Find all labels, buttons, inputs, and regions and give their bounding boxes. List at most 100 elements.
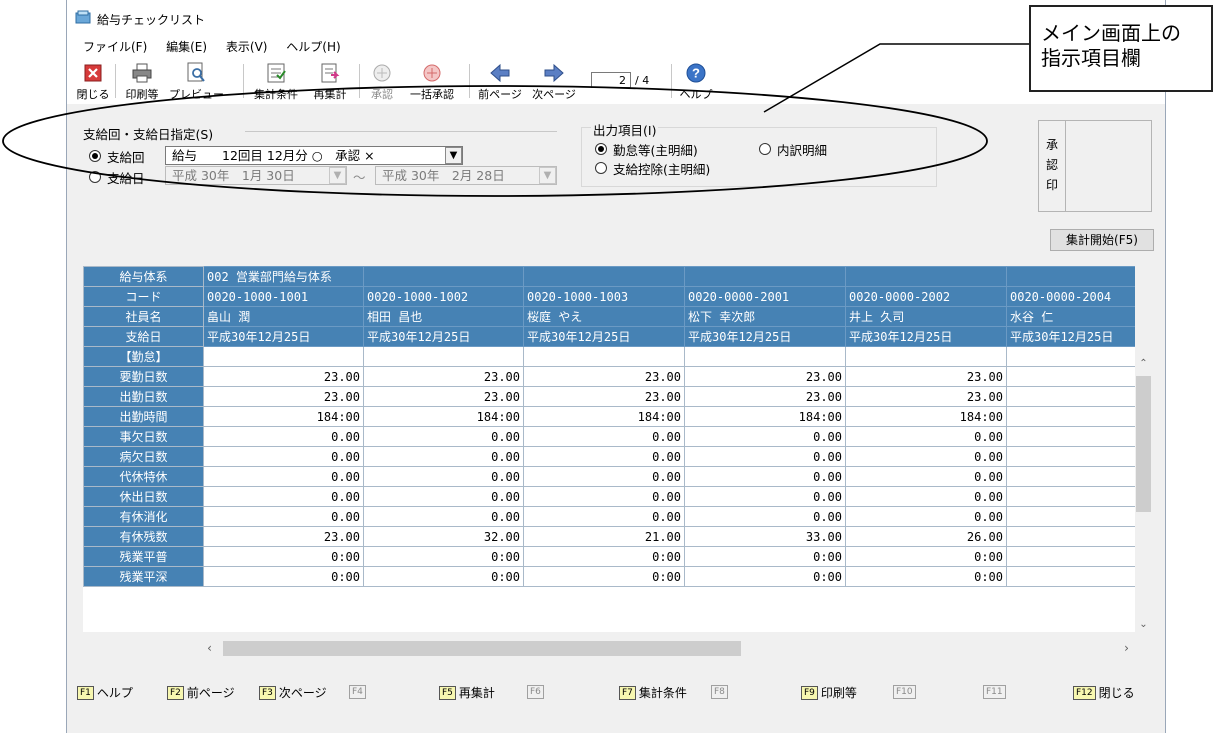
fkey-f7-button[interactable]: F7 集計条件 bbox=[619, 684, 687, 701]
data-cell[interactable]: 23.00 bbox=[684, 386, 846, 407]
column-header-cell[interactable]: 0020-0000-2004 bbox=[1006, 286, 1135, 307]
date-to-select[interactable]: 平成 30年 2月 28日 bbox=[375, 166, 557, 185]
data-cell[interactable]: 0.00 bbox=[845, 486, 1007, 507]
fkey-f5-button[interactable]: F5 再集計 bbox=[439, 684, 495, 701]
date-from-select[interactable]: 平成 30年 1月 30日 bbox=[165, 166, 347, 185]
prev-page-button[interactable]: 前ページ bbox=[475, 62, 525, 102]
column-header-cell[interactable] bbox=[1006, 266, 1135, 287]
column-header-cell[interactable]: 002 営業部門給与体系 bbox=[203, 266, 364, 287]
menu-view[interactable]: 表示(V) bbox=[226, 36, 268, 58]
chevron-down-icon[interactable]: ▼ bbox=[329, 167, 346, 184]
start-aggregate-button[interactable]: 集計開始(F5) bbox=[1050, 229, 1154, 251]
payment-round-radio[interactable] bbox=[89, 150, 101, 162]
column-header-cell[interactable]: 水谷 仁 bbox=[1006, 306, 1135, 327]
data-cell[interactable]: 0.00 bbox=[523, 486, 685, 507]
column-header-cell[interactable]: 平成30年12月25日 bbox=[684, 326, 846, 347]
data-cell[interactable]: 184:00 bbox=[363, 406, 524, 427]
data-cell[interactable]: 0.00 bbox=[684, 446, 846, 467]
page-number-input[interactable]: 2 bbox=[591, 72, 631, 88]
chevron-down-icon[interactable]: ▼ bbox=[539, 167, 556, 184]
reaggregate-button[interactable]: 再集計 bbox=[307, 62, 353, 102]
data-cell[interactable]: 33.00 bbox=[684, 526, 846, 547]
scroll-left-icon[interactable]: ‹ bbox=[201, 640, 218, 657]
data-cell[interactable]: 0:00 bbox=[203, 566, 364, 587]
vertical-scrollbar[interactable]: ⌃ ⌄ bbox=[1135, 356, 1152, 632]
close-button[interactable]: 閉じる bbox=[75, 62, 111, 102]
vertical-scroll-thumb[interactable] bbox=[1136, 376, 1151, 512]
data-cell[interactable]: 0.00 bbox=[203, 446, 364, 467]
column-header-cell[interactable]: 畠山 潤 bbox=[203, 306, 364, 327]
data-cell[interactable]: 0.00 bbox=[203, 426, 364, 447]
payment-round-select[interactable]: 給与 12回目 12月分 ○ 承認 × bbox=[165, 146, 463, 165]
data-cell[interactable]: 0.00 bbox=[363, 446, 524, 467]
output-breakdown-radio[interactable] bbox=[759, 143, 771, 155]
data-cell[interactable]: 2 bbox=[1006, 366, 1135, 387]
menu-help[interactable]: ヘルプ(H) bbox=[286, 36, 340, 58]
data-cell[interactable]: 0.00 bbox=[684, 426, 846, 447]
column-header-cell[interactable]: 0020-1000-1003 bbox=[523, 286, 685, 307]
column-header-cell[interactable]: 平成30年12月25日 bbox=[845, 326, 1007, 347]
data-cell[interactable]: 0.00 bbox=[363, 506, 524, 527]
fkey-f3-button[interactable]: F3 次ページ bbox=[259, 684, 327, 701]
data-cell[interactable] bbox=[1006, 506, 1135, 527]
column-header-cell[interactable]: 平成30年12月25日 bbox=[1006, 326, 1135, 347]
column-header-cell[interactable] bbox=[363, 266, 524, 287]
data-cell[interactable]: 0.00 bbox=[523, 446, 685, 467]
column-header-cell[interactable]: 0020-0000-2001 bbox=[684, 286, 846, 307]
column-header-cell[interactable]: 松下 幸次郎 bbox=[684, 306, 846, 327]
fkey-f9-button[interactable]: F9 印刷等 bbox=[801, 684, 857, 701]
data-cell[interactable] bbox=[1006, 486, 1135, 507]
column-header-cell[interactable]: 桜庭 やえ bbox=[523, 306, 685, 327]
print-button[interactable]: 印刷等 bbox=[119, 62, 165, 102]
data-cell[interactable]: 0:00 bbox=[523, 566, 685, 587]
column-header-cell[interactable]: 0020-0000-2002 bbox=[845, 286, 1007, 307]
data-cell[interactable]: 0.00 bbox=[845, 506, 1007, 527]
data-cell[interactable]: 0:00 bbox=[363, 566, 524, 587]
menu-file[interactable]: ファイル(F) bbox=[83, 36, 147, 58]
bulk-approve-button[interactable]: 一括承認 bbox=[403, 62, 461, 102]
fkey-f2-button[interactable]: F2 前ページ bbox=[167, 684, 235, 701]
data-cell[interactable]: 23.00 bbox=[845, 366, 1007, 387]
data-cell[interactable]: 0.00 bbox=[684, 486, 846, 507]
data-cell[interactable]: 0.00 bbox=[845, 446, 1007, 467]
data-cell[interactable]: 0:00 bbox=[845, 566, 1007, 587]
data-cell[interactable]: 0:00 bbox=[523, 546, 685, 567]
data-cell[interactable]: 23.00 bbox=[523, 366, 685, 387]
data-cell[interactable]: 184:00 bbox=[684, 406, 846, 427]
column-header-cell[interactable]: 0020-1000-1002 bbox=[363, 286, 524, 307]
data-cell[interactable] bbox=[1006, 566, 1135, 587]
data-cell[interactable] bbox=[1006, 546, 1135, 567]
chevron-down-icon[interactable]: ▼ bbox=[445, 147, 462, 164]
data-cell[interactable]: 23.00 bbox=[523, 386, 685, 407]
data-cell[interactable]: 0.00 bbox=[845, 426, 1007, 447]
horizontal-scrollbar[interactable]: ‹ › bbox=[201, 640, 1135, 657]
data-cell[interactable]: 23.00 bbox=[845, 386, 1007, 407]
column-header-cell[interactable]: 相田 昌也 bbox=[363, 306, 524, 327]
output-attendance-radio[interactable] bbox=[595, 143, 607, 155]
column-header-cell[interactable] bbox=[845, 266, 1007, 287]
fkey-f1-button[interactable]: F1 ヘルプ bbox=[77, 684, 133, 701]
data-cell[interactable]: 23.00 bbox=[203, 526, 364, 547]
aggregate-condition-button[interactable]: 集計条件 bbox=[249, 62, 303, 102]
column-header-cell[interactable]: 0020-1000-1001 bbox=[203, 286, 364, 307]
data-cell[interactable]: 0.00 bbox=[523, 466, 685, 487]
data-cell[interactable]: 23.00 bbox=[203, 366, 364, 387]
menu-edit[interactable]: 編集(E) bbox=[166, 36, 207, 58]
column-header-cell[interactable]: 平成30年12月25日 bbox=[363, 326, 524, 347]
column-header-cell[interactable]: 平成30年12月25日 bbox=[523, 326, 685, 347]
data-cell[interactable]: 0.00 bbox=[203, 506, 364, 527]
data-cell[interactable]: 0.00 bbox=[363, 426, 524, 447]
data-cell[interactable]: 0.00 bbox=[523, 426, 685, 447]
data-cell[interactable]: 18 bbox=[1006, 406, 1135, 427]
data-cell[interactable]: 0:00 bbox=[684, 546, 846, 567]
data-cell[interactable]: 0.00 bbox=[203, 466, 364, 487]
data-cell[interactable]: 0.00 bbox=[363, 466, 524, 487]
data-cell[interactable]: 2 bbox=[1006, 386, 1135, 407]
data-cell[interactable]: 0:00 bbox=[684, 566, 846, 587]
fkey-f12-button[interactable]: F12 閉じる bbox=[1073, 684, 1135, 701]
column-header-cell[interactable]: 平成30年12月25日 bbox=[203, 326, 364, 347]
data-cell[interactable]: 0:00 bbox=[203, 546, 364, 567]
data-cell[interactable]: 0.00 bbox=[203, 486, 364, 507]
column-header-cell[interactable] bbox=[523, 266, 685, 287]
data-cell[interactable]: 23.00 bbox=[684, 366, 846, 387]
